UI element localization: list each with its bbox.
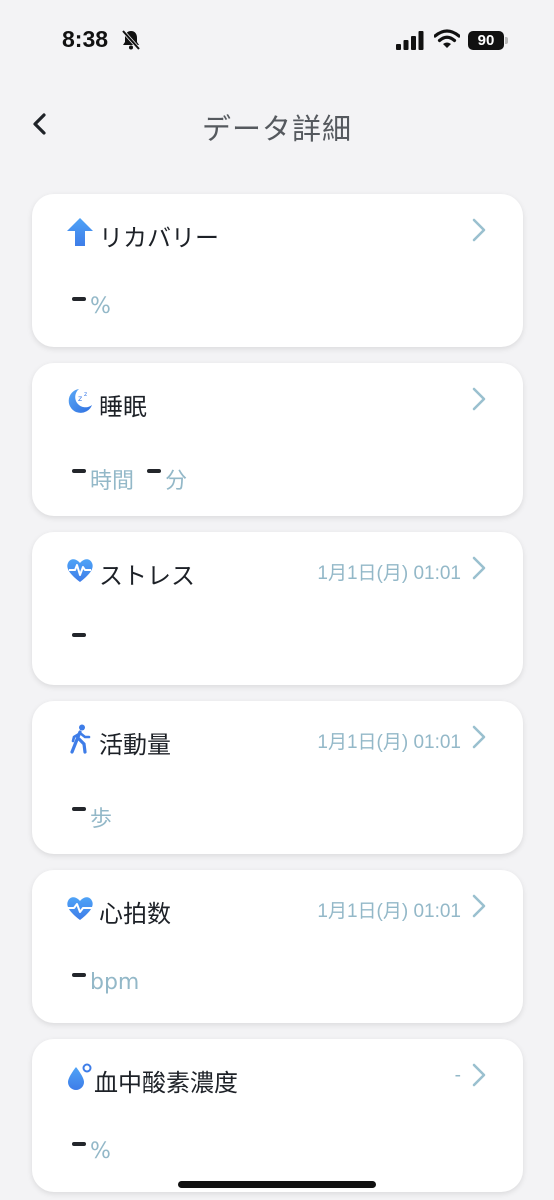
card-blood-oxygen[interactable]: 血中酸素濃度 - %	[32, 1039, 523, 1192]
empty-value-dash	[72, 469, 86, 473]
unit-label: bpm	[90, 970, 140, 995]
chevron-right-icon	[472, 218, 486, 242]
chevron-right-icon	[472, 894, 486, 918]
card-value: %	[72, 294, 111, 324]
navigation-bar: データ詳細	[0, 84, 554, 164]
svg-text:z: z	[78, 394, 82, 403]
card-value: %	[72, 1139, 111, 1169]
empty-value-dash	[147, 469, 162, 473]
empty-value-dash	[72, 296, 86, 301]
unit-label-minutes: 分	[165, 469, 188, 494]
cellular-signal-icon	[396, 31, 424, 50]
blood-oxygen-drop-icon	[68, 1063, 92, 1090]
card-recovery[interactable]: リカバリー %	[32, 194, 523, 347]
walking-person-icon	[70, 724, 91, 754]
card-timestamp: 1月1日(月) 01:01	[317, 732, 461, 753]
card-activity[interactable]: 活動量 1月1日(月) 01:01 歩	[32, 701, 523, 854]
status-bar: 8:38 90	[0, 0, 554, 84]
card-value: bpm	[72, 970, 139, 1000]
chevron-right-icon	[472, 556, 486, 580]
page-title: データ詳細	[201, 112, 352, 146]
card-value: 歩	[72, 801, 113, 832]
heart-rate-icon	[66, 897, 94, 920]
chevron-right-icon	[472, 1063, 486, 1087]
battery-icon: 90	[468, 31, 504, 50]
home-indicator[interactable]	[178, 1181, 376, 1188]
empty-value-dash	[72, 632, 86, 637]
unit-label: %	[90, 1139, 111, 1164]
empty-value-dash	[72, 1141, 86, 1146]
unit-label: %	[90, 294, 111, 319]
unit-label-hours: 時間	[90, 469, 135, 494]
card-timestamp: 1月1日(月) 01:01	[317, 563, 461, 584]
sleep-moon-icon: z z	[68, 389, 92, 413]
card-heart-rate[interactable]: 心拍数 1月1日(月) 01:01 bpm	[32, 870, 523, 1023]
wifi-icon	[434, 29, 460, 48]
empty-value-dash	[72, 807, 86, 811]
card-title: 睡眠	[99, 393, 147, 421]
stress-heart-icon	[67, 559, 93, 582]
card-stress[interactable]: ストレス 1月1日(月) 01:01	[32, 532, 523, 685]
card-value	[72, 632, 90, 662]
svg-text:z: z	[84, 391, 87, 398]
card-sleep[interactable]: z z 睡眠 時間 分	[32, 363, 523, 516]
battery-tip	[505, 37, 508, 44]
card-timestamp: -	[454, 1065, 461, 1086]
card-title: 心拍数	[99, 900, 171, 928]
status-time: 8:38	[62, 26, 109, 52]
chevron-right-icon	[472, 725, 486, 749]
card-timestamp: 1月1日(月) 01:01	[317, 901, 461, 922]
recovery-arrow-icon	[67, 218, 93, 246]
silent-bell-icon	[121, 29, 141, 51]
chevron-right-icon	[472, 387, 486, 411]
card-title: 活動量	[99, 731, 171, 759]
card-title: 血中酸素濃度	[94, 1069, 238, 1097]
card-title: ストレス	[99, 562, 195, 590]
empty-value-dash	[72, 972, 86, 977]
card-title: リカバリー	[99, 224, 219, 252]
unit-label: 歩	[90, 807, 113, 832]
card-value: 時間 分	[72, 463, 188, 494]
